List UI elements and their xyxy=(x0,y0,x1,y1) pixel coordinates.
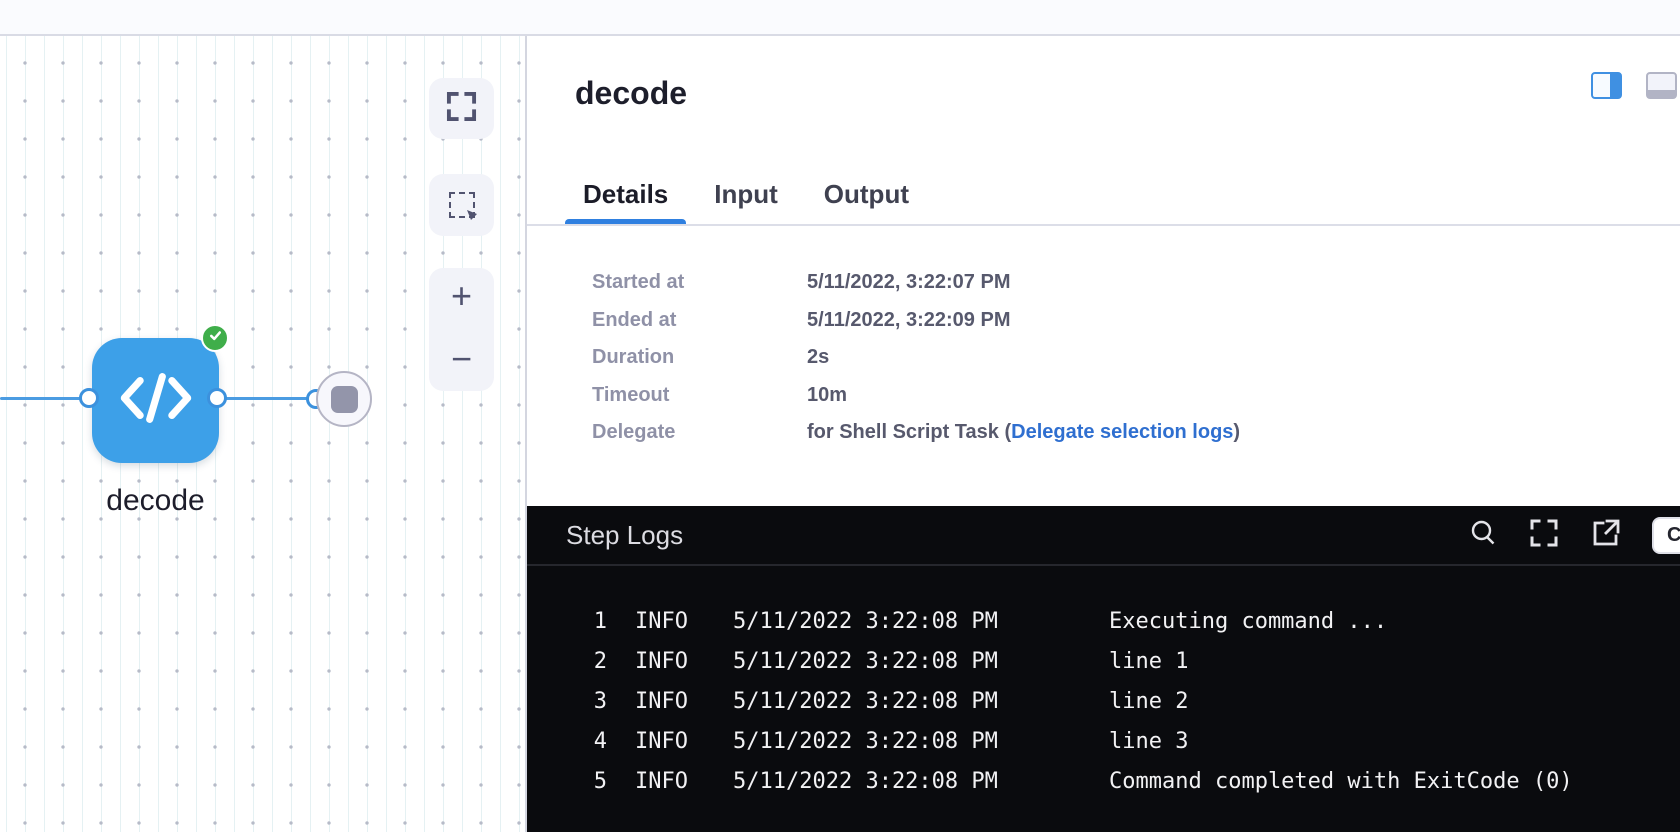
log-level: INFO xyxy=(635,729,693,754)
detail-value: 5/11/2022, 3:22:09 PM xyxy=(807,309,1010,332)
step-logs-title: Step Logs xyxy=(566,520,683,551)
success-status-badge xyxy=(201,324,229,352)
main-area: decode + − decode Details Input Outp xyxy=(0,36,1680,832)
check-icon xyxy=(207,327,224,349)
step-logs-header: Step Logs xyxy=(527,506,1680,566)
detail-row-started-at: Started at 5/11/2022, 3:22:07 PM xyxy=(527,264,1680,302)
zoom-out-button[interactable]: − xyxy=(451,341,472,377)
node-port-right xyxy=(207,388,227,408)
search-icon[interactable] xyxy=(1468,518,1498,553)
detail-row-duration: Duration 2s xyxy=(527,339,1680,377)
log-level: INFO xyxy=(635,769,693,794)
detail-value: 10m xyxy=(807,384,847,407)
log-line: 2 INFO 5/11/2022 3:22:08 PM line 1 xyxy=(527,641,1680,681)
log-message: line 2 xyxy=(1109,689,1188,714)
detail-row-delegate: Delegate for Shell Script Task ( Delegat… xyxy=(527,414,1680,452)
dock-panel-bottom-icon[interactable] xyxy=(1646,72,1677,99)
log-message: Executing command ... xyxy=(1109,609,1387,634)
log-line: 4 INFO 5/11/2022 3:22:08 PM line 3 xyxy=(527,721,1680,761)
expand-icon[interactable] xyxy=(1528,517,1560,554)
log-lines[interactable]: 1 INFO 5/11/2022 3:22:08 PM Executing co… xyxy=(527,566,1680,801)
tab-details[interactable]: Details xyxy=(565,164,686,224)
tab-input[interactable]: Input xyxy=(696,164,796,224)
dock-panel-right-icon[interactable] xyxy=(1591,72,1622,99)
log-line-number: 1 xyxy=(527,609,607,634)
tab-output[interactable]: Output xyxy=(806,164,927,224)
external-link-icon[interactable] xyxy=(1590,517,1622,554)
log-level: INFO xyxy=(635,609,693,634)
canvas-marquee-select-button[interactable] xyxy=(429,174,494,236)
stop-icon xyxy=(331,386,358,413)
console-view-button[interactable]: Co xyxy=(1652,517,1680,554)
pipeline-canvas[interactable]: decode + − xyxy=(0,36,527,832)
log-line: 5 INFO 5/11/2022 3:22:08 PM Command comp… xyxy=(527,761,1680,801)
log-line-number: 2 xyxy=(527,649,607,674)
zoom-in-button[interactable]: + xyxy=(451,278,472,314)
log-line: 1 INFO 5/11/2022 3:22:08 PM Executing co… xyxy=(527,601,1680,641)
marquee-select-icon xyxy=(449,192,475,218)
delegate-value-prefix: for Shell Script Task ( xyxy=(807,421,1011,444)
detail-row-timeout: Timeout 10m xyxy=(527,377,1680,415)
node-port-left xyxy=(79,388,99,408)
edge-outgoing xyxy=(219,397,318,400)
detail-label: Ended at xyxy=(592,309,807,332)
log-timestamp: 5/11/2022 3:22:08 PM xyxy=(733,769,1001,794)
log-message: Command completed with ExitCode (0) xyxy=(1109,769,1573,794)
log-line: 3 INFO 5/11/2022 3:22:08 PM line 2 xyxy=(527,681,1680,721)
detail-value: 5/11/2022, 3:22:07 PM xyxy=(807,271,1010,294)
step-logs-actions: Co xyxy=(1468,517,1680,554)
top-bar xyxy=(0,0,1680,36)
step-title: decode xyxy=(575,73,687,113)
log-line-number: 3 xyxy=(527,689,607,714)
step-node-decode[interactable] xyxy=(92,338,219,463)
log-timestamp: 5/11/2022 3:22:08 PM xyxy=(733,729,1001,754)
detail-label: Started at xyxy=(592,271,807,294)
log-timestamp: 5/11/2022 3:22:08 PM xyxy=(733,649,1001,674)
detail-row-ended-at: Ended at 5/11/2022, 3:22:09 PM xyxy=(527,302,1680,340)
fullscreen-icon xyxy=(446,91,477,127)
code-icon xyxy=(118,372,194,429)
log-timestamp: 5/11/2022 3:22:08 PM xyxy=(733,689,1001,714)
step-logs-console: Step Logs xyxy=(527,506,1680,832)
log-message: line 3 xyxy=(1109,729,1188,754)
log-timestamp: 5/11/2022 3:22:08 PM xyxy=(733,609,1001,634)
delegate-selection-logs-link[interactable]: Delegate selection logs xyxy=(1011,421,1233,444)
details-list: Started at 5/11/2022, 3:22:07 PM Ended a… xyxy=(527,264,1680,452)
log-level: INFO xyxy=(635,649,693,674)
pipeline-end-node[interactable] xyxy=(316,371,372,427)
detail-label: Delegate xyxy=(592,421,807,444)
step-details-panel: decode Details Input Output Started at 5… xyxy=(527,36,1680,832)
detail-tabs: Details Input Output xyxy=(527,164,1680,226)
delegate-value-suffix: ) xyxy=(1233,421,1240,444)
detail-value: 2s xyxy=(807,346,829,369)
canvas-fullscreen-button[interactable] xyxy=(429,78,494,139)
detail-label: Timeout xyxy=(592,384,807,407)
log-line-number: 4 xyxy=(527,729,607,754)
log-message: line 1 xyxy=(1109,649,1188,674)
detail-label: Duration xyxy=(592,346,807,369)
node-label: decode xyxy=(72,484,239,518)
log-level: INFO xyxy=(635,689,693,714)
canvas-zoom-controls: + − xyxy=(429,268,494,391)
log-line-number: 5 xyxy=(527,769,607,794)
